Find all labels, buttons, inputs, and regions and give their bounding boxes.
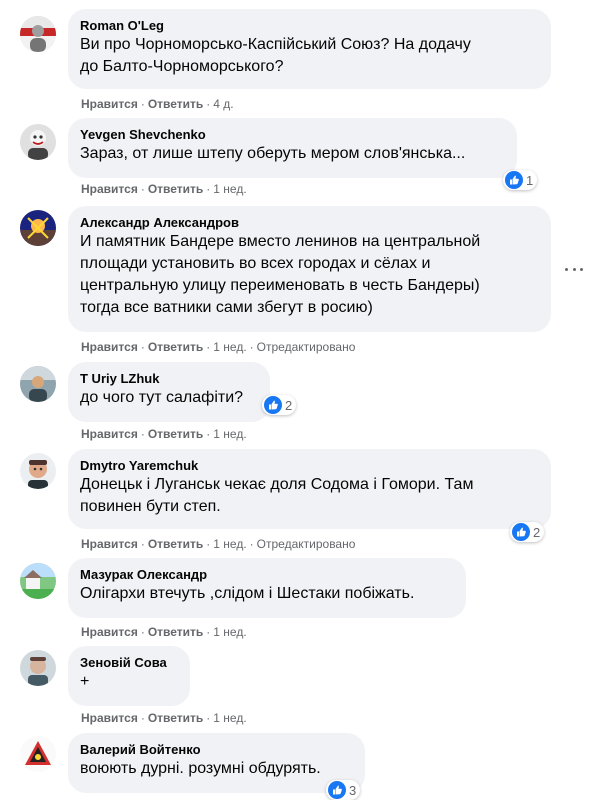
comment-time[interactable]: 1 нед. xyxy=(213,711,246,725)
like-thumb-icon xyxy=(328,781,346,799)
comment-time[interactable]: 4 д. xyxy=(213,97,233,111)
reaction-count-number: 1 xyxy=(526,172,534,188)
reaction-count-number: 2 xyxy=(285,397,293,413)
comment-time[interactable]: 1 нед. xyxy=(213,340,246,354)
comment-time[interactable]: 1 нед. xyxy=(213,427,246,441)
comment-actions: Нравится · Ответить · 1 нед. xyxy=(81,182,247,196)
comment-text-line: тогда все ватники сами збегут в росию) xyxy=(80,299,373,316)
user-avatar-icon xyxy=(20,366,56,402)
avatar[interactable] xyxy=(20,124,56,160)
reply-button[interactable]: Ответить xyxy=(148,625,203,639)
comment-bubble: Dmytro Yaremchuk Донецьк і Луганськ чека… xyxy=(68,449,551,529)
user-avatar-icon xyxy=(20,16,56,52)
comment-text-line: центральную улицу переименовать в честь … xyxy=(80,277,480,294)
reaction-count-number: 2 xyxy=(533,524,541,540)
reply-button[interactable]: Ответить xyxy=(148,182,203,196)
comment-author[interactable]: Александр Александров xyxy=(80,214,539,231)
comment-actions: Нравится · Ответить · 1 нед. · Отредактировано xyxy=(81,537,356,551)
comment-actions: Нравится · Ответить · 1 нед. xyxy=(81,711,247,725)
comment-actions: Нравится · Ответить · 1 нед. · Отредактировано xyxy=(81,340,356,354)
user-avatar-icon xyxy=(20,736,56,772)
comment-bubble: Yevgen Shevchenko Зараз, от лише штепу о… xyxy=(68,118,517,178)
like-button[interactable]: Нравится xyxy=(81,427,138,441)
comment-bubble: Roman O'Leg Ви про Чорноморсько-Каспійсь… xyxy=(68,9,551,89)
like-button[interactable]: Нравится xyxy=(81,340,138,354)
comment-author[interactable]: Dmytro Yaremchuk xyxy=(80,457,539,474)
reaction-count-number: 3 xyxy=(349,782,357,798)
comment-text-line: Донецьк і Луганськ чекає доля Содома і Г… xyxy=(80,476,474,493)
comment-author[interactable]: T Uriy LZhuk xyxy=(80,370,258,387)
like-button[interactable]: Нравится xyxy=(81,182,138,196)
like-button[interactable]: Нравится xyxy=(81,537,138,551)
reply-button[interactable]: Ответить xyxy=(148,97,203,111)
reaction-count[interactable]: 2 xyxy=(262,395,297,415)
user-avatar-icon xyxy=(20,453,56,489)
comment-author[interactable]: Yevgen Shevchenko xyxy=(80,126,505,143)
edited-label: Отредактировано xyxy=(256,340,356,354)
reply-button[interactable]: Ответить xyxy=(148,427,203,441)
user-avatar-icon xyxy=(20,563,56,599)
comment-author[interactable]: Мазурак Олександр xyxy=(80,566,454,583)
user-avatar-icon xyxy=(20,210,56,246)
avatar[interactable] xyxy=(20,563,56,599)
comment-actions: Нравится · Ответить · 1 нед. xyxy=(81,427,247,441)
like-thumb-icon xyxy=(512,523,530,541)
comment-actions: Нравится · Ответить · 1 нед. xyxy=(81,625,247,639)
comment-text-line: Ви про Чорноморсько-Каспійський Союз? На… xyxy=(80,36,471,53)
like-thumb-icon xyxy=(505,171,523,189)
like-button[interactable]: Нравится xyxy=(81,625,138,639)
reaction-count[interactable]: 3 xyxy=(326,780,361,800)
comment-bubble: Зеновій Сова + xyxy=(68,646,190,706)
avatar[interactable] xyxy=(20,650,56,686)
user-avatar-icon xyxy=(20,650,56,686)
comment-author[interactable]: Валерий Войтенко xyxy=(80,741,353,758)
comment-text-line: + xyxy=(80,673,90,690)
more-options-icon[interactable] xyxy=(565,266,583,272)
avatar[interactable] xyxy=(20,736,56,772)
comment-time[interactable]: 1 нед. xyxy=(213,182,246,196)
comment-text-line: площади установить во всех городах и сёл… xyxy=(80,255,431,272)
reply-button[interactable]: Ответить xyxy=(148,537,203,551)
like-button[interactable]: Нравится xyxy=(81,97,138,111)
reply-button[interactable]: Ответить xyxy=(148,340,203,354)
avatar[interactable] xyxy=(20,210,56,246)
comment-bubble: T Uriy LZhuk до чого тут салафіти? xyxy=(68,362,270,422)
comment-actions: Нравится · Ответить · 4 д. xyxy=(81,97,234,111)
comment-time[interactable]: 1 нед. xyxy=(213,625,246,639)
reply-button[interactable]: Ответить xyxy=(148,711,203,725)
comment-text-line: И памятник Бандере вместо ленинов на цен… xyxy=(80,233,481,250)
avatar[interactable] xyxy=(20,16,56,52)
reaction-count[interactable]: 1 xyxy=(503,170,538,190)
comment-text-line: повинен бути степ. xyxy=(80,498,221,515)
comment-bubble: Мазурак Олександр Олігархи втечуть ,слід… xyxy=(68,558,466,618)
comment-text-line: до чого тут салафіти? xyxy=(80,389,244,406)
comment-time[interactable]: 1 нед. xyxy=(213,537,246,551)
comment-author[interactable]: Зеновій Сова xyxy=(80,654,178,671)
user-avatar-icon xyxy=(20,124,56,160)
comment-text-line: до Балто-Чорноморського? xyxy=(80,58,284,75)
comment-author[interactable]: Roman O'Leg xyxy=(80,17,539,34)
comment-text-line: Олігархи втечуть ,слідом і Шестаки побіж… xyxy=(80,585,415,602)
reaction-count[interactable]: 2 xyxy=(510,522,545,542)
like-button[interactable]: Нравится xyxy=(81,711,138,725)
comment-bubble: Александр Александров И памятник Бандере… xyxy=(68,206,551,332)
edited-label: Отредактировано xyxy=(256,537,356,551)
like-thumb-icon xyxy=(264,396,282,414)
comment-text-line: воюють дурні. розумні обдурять. xyxy=(80,760,321,777)
comment-bubble: Валерий Войтенко воюють дурні. розумні о… xyxy=(68,733,365,793)
avatar[interactable] xyxy=(20,453,56,489)
comment-text-line: Зараз, от лише штепу оберуть мером слов'… xyxy=(80,145,466,162)
avatar[interactable] xyxy=(20,366,56,402)
